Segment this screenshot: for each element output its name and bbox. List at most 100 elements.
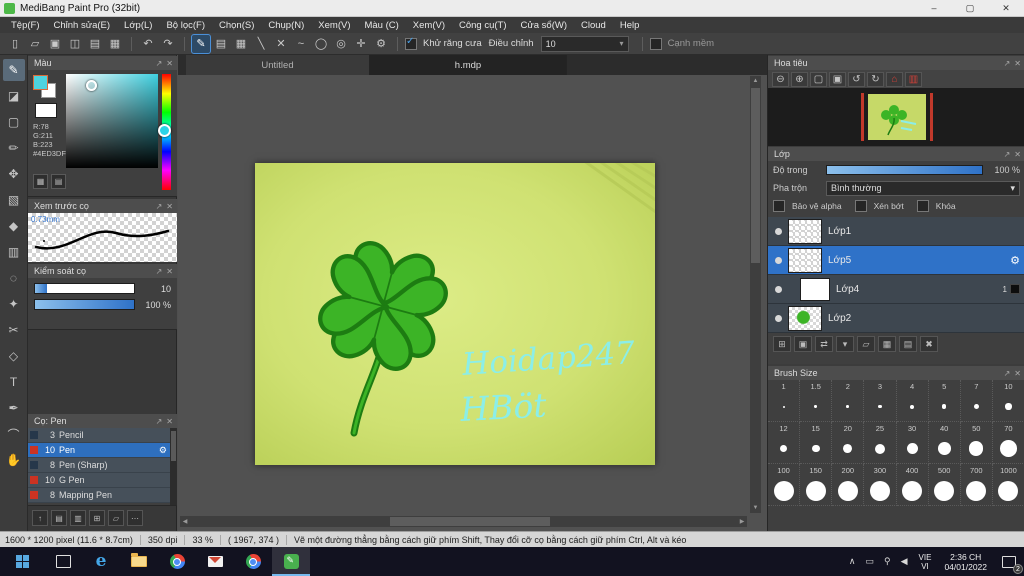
lock-checkbox[interactable]: Khóa [916, 200, 956, 212]
menu-item[interactable]: Cửa sổ(W) [514, 20, 574, 31]
canvas-vertical-scrollbar[interactable]: ▲ ▼ [750, 76, 761, 513]
brush-size-option[interactable]: 200 [832, 464, 865, 506]
panel-folder-icon[interactable]: ▱ [108, 510, 124, 526]
menu-item[interactable]: Công cụ(T) [452, 20, 514, 31]
language-indicator[interactable]: VIE VI [913, 553, 938, 571]
navigator-thumbnail[interactable] [867, 94, 926, 140]
snap-pen-icon[interactable]: ✎ [191, 33, 211, 54]
marker-tool[interactable]: ✏ [3, 137, 25, 159]
layer-thumbnail[interactable] [788, 218, 822, 244]
snap-ellipse-icon[interactable]: ◯ [312, 35, 330, 53]
saturation-value-picker[interactable] [66, 74, 158, 168]
brush-size-option[interactable]: 300 [864, 464, 897, 506]
layers-header[interactable]: Lớp ↗ ✕ [768, 147, 1024, 161]
canvas-border-icon[interactable]: ▥ [905, 71, 922, 87]
navigator-view[interactable] [768, 88, 1024, 146]
taskbar-chrome-2[interactable] [234, 547, 272, 576]
taskbar-file-explorer[interactable] [120, 547, 158, 576]
close-icon[interactable]: ✕ [166, 267, 173, 276]
snap-grid-icon[interactable]: ▦ [232, 35, 250, 53]
layer-folder-icon[interactable]: ▱ [857, 336, 875, 352]
close-icon[interactable]: ✕ [166, 202, 173, 211]
current-color-card[interactable] [35, 103, 57, 118]
delete-layer-icon[interactable]: ✖ [920, 336, 938, 352]
brush-size-option[interactable]: 10 [992, 380, 1024, 422]
snap-diagonal-icon[interactable]: ╲ [252, 35, 270, 53]
layer-thumbnail[interactable] [788, 247, 822, 273]
action-center-button[interactable]: 2 [994, 547, 1024, 576]
display-icon[interactable]: ▭ [861, 556, 880, 567]
text-tool[interactable]: T [3, 371, 25, 393]
menu-item[interactable]: Cloud [574, 20, 613, 31]
scroll-down-icon[interactable]: ▼ [750, 503, 761, 513]
layer-convert-icon[interactable]: ⇄ [815, 336, 833, 352]
rotate-right-icon[interactable]: ↻ [867, 71, 884, 87]
panel-grid-icon[interactable]: ⊞ [89, 510, 105, 526]
layer-visibility-dot[interactable] [775, 227, 782, 235]
rect-select-tool[interactable]: ▢ [3, 111, 25, 133]
new-file-icon[interactable]: ▯ [6, 35, 24, 53]
hue-cursor[interactable] [158, 124, 171, 137]
brush-size-option[interactable]: 1 [768, 380, 801, 422]
magic-wand-tool[interactable]: ✦ [3, 293, 25, 315]
brush-item[interactable]: 8 Mapping Pen ⚙ [28, 488, 170, 503]
remove-panel-icon[interactable]: ▥ [70, 510, 86, 526]
menu-item[interactable]: Chọn(S) [212, 20, 261, 31]
antialias-checkbox[interactable] [405, 36, 417, 50]
microphone-icon[interactable]: ⚲ [879, 556, 896, 567]
brush-opacity-slider[interactable] [34, 299, 135, 310]
lasso-tool[interactable]: ◌ [3, 267, 25, 289]
layer-thumbnail[interactable] [788, 305, 822, 331]
comment-icon[interactable]: ◫ [66, 35, 84, 53]
brush-size-option[interactable]: 40 [928, 422, 961, 464]
navigator-header[interactable]: Hoa tiêu ↗ ✕ [768, 56, 1024, 70]
new-layer-icon[interactable]: ⊞ [773, 336, 791, 352]
zoom-out-icon[interactable]: ⊖ [772, 71, 789, 87]
soft-edge-checkbox[interactable] [649, 37, 662, 50]
snap-cross-icon[interactable]: ✕ [272, 35, 290, 53]
material-icon[interactable]: ▤ [899, 336, 917, 352]
brush-item[interactable]: 10 Pen ⚙ [28, 443, 170, 458]
color-panel-header[interactable]: Màu ↗ ✕ [28, 56, 177, 70]
dock-toggle-icon[interactable]: ↑ [32, 510, 48, 526]
layer-visibility-dot[interactable] [775, 314, 782, 322]
brush-control-header[interactable]: Kiểm soát cọ ↗ ✕ [28, 264, 177, 278]
fill-tool[interactable]: ◆ [3, 215, 25, 237]
brush-list-scrollbar[interactable] [170, 428, 177, 505]
palette-grid-icon[interactable]: ▦ [33, 174, 48, 189]
brush-size-option[interactable]: 100 [768, 464, 801, 506]
eraser-tool[interactable]: ◪ [3, 85, 25, 107]
opacity-slider[interactable] [826, 165, 983, 175]
menu-item[interactable]: Xem(V) [406, 20, 452, 31]
brush-size-option[interactable]: 2 [832, 380, 865, 422]
more-options-icon[interactable]: ⋯ [127, 510, 143, 526]
brush-list-header[interactable]: Cọ: Pen ↗ ✕ [28, 414, 177, 428]
start-button[interactable] [0, 547, 44, 576]
layer-menu-icon[interactable]: ▾ [836, 336, 854, 352]
layer-visibility-dot[interactable] [775, 256, 782, 264]
close-icon[interactable]: ✕ [1014, 59, 1021, 68]
taskbar-task-view[interactable] [44, 547, 82, 576]
menu-item[interactable]: Xem(V) [311, 20, 357, 31]
brush-item[interactable]: 10 G Pen ⚙ [28, 473, 170, 488]
select-tool[interactable]: ▧ [3, 189, 25, 211]
foreground-color-swatch[interactable] [33, 75, 48, 90]
popout-icon[interactable]: ↗ [1004, 369, 1011, 378]
close-icon[interactable]: ✕ [1014, 369, 1021, 378]
menu-item[interactable]: Help [613, 20, 647, 31]
brush-item[interactable]: 8 Pen (Sharp) ⚙ [28, 458, 170, 473]
redo-icon[interactable]: ↷ [159, 35, 177, 53]
menu-item[interactable]: Lớp(L) [117, 20, 159, 31]
adjust-dropdown[interactable]: 10 ▾ [540, 35, 629, 52]
open-file-icon[interactable]: ▱ [26, 35, 44, 53]
duplicate-layer-icon[interactable]: ▣ [794, 336, 812, 352]
brush-size-option[interactable]: 500 [928, 464, 961, 506]
layer-item[interactable]: Lớp5 ⚙ [768, 246, 1024, 275]
snap-radial-icon[interactable]: ◎ [332, 35, 350, 53]
layer-item[interactable]: Lớp2 ⚙ [768, 304, 1024, 333]
grid-icon[interactable]: ▦ [106, 35, 124, 53]
snap-parallel-icon[interactable]: ▤ [212, 35, 230, 53]
eyedropper-tool[interactable]: ✒ [3, 397, 25, 419]
brush-size-option[interactable]: 70 [992, 422, 1024, 464]
clock[interactable]: 2:36 CH 04/01/2022 [937, 552, 994, 572]
